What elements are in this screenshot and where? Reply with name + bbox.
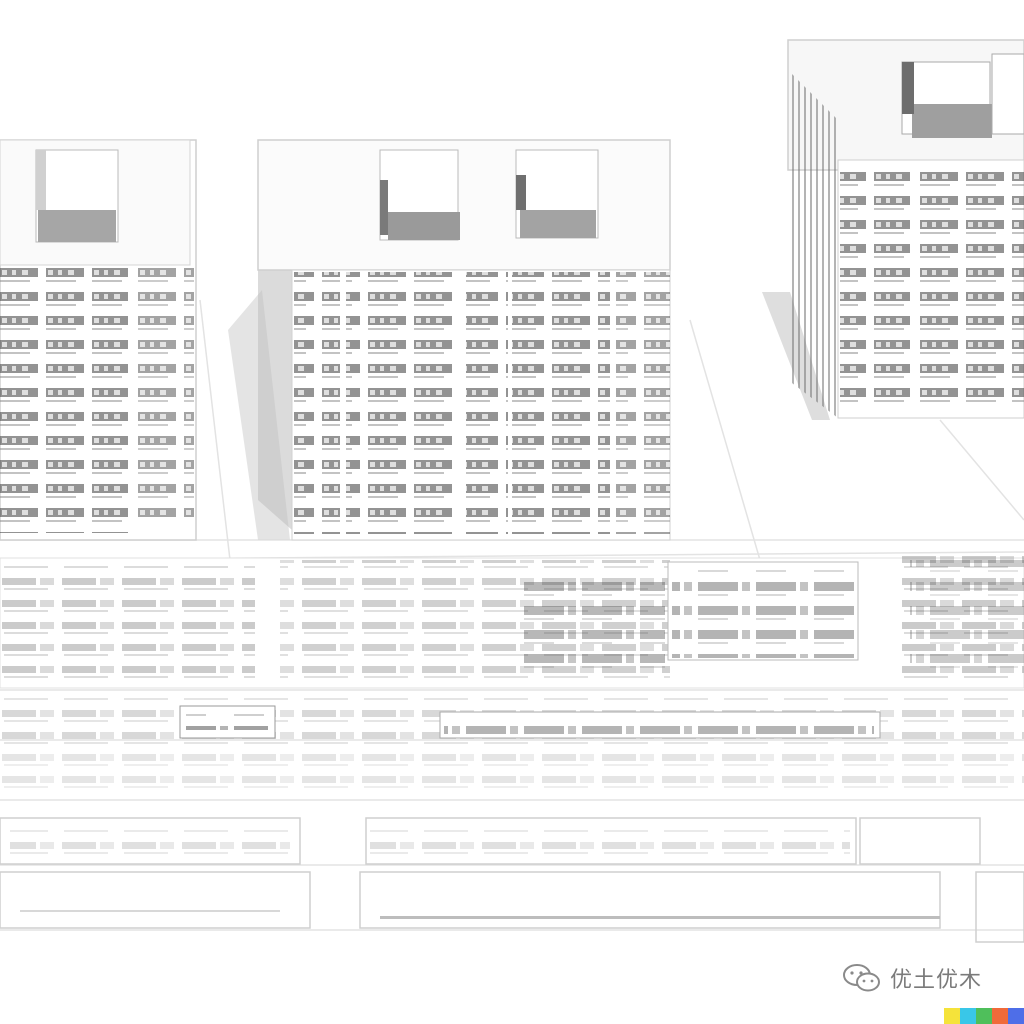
color-swatch-yellow [944, 1008, 960, 1024]
lower-band [0, 696, 1024, 798]
watermark: 优土优木 [842, 958, 992, 998]
color-swatch-orange [992, 1008, 1008, 1024]
color-strip [944, 1008, 1024, 1024]
color-swatch-cyan [960, 1008, 976, 1024]
architectural-sketch [0, 39, 1024, 943]
wechat-icon [843, 964, 880, 992]
watermark-text: 优土优木 [890, 968, 983, 993]
base-panel-marks [10, 828, 940, 919]
color-swatch-green [976, 1008, 992, 1024]
color-swatch-blue [1008, 1008, 1024, 1024]
building-left [0, 139, 197, 541]
building-center [228, 139, 671, 541]
podium [0, 556, 1024, 689]
building-right [762, 39, 1024, 420]
